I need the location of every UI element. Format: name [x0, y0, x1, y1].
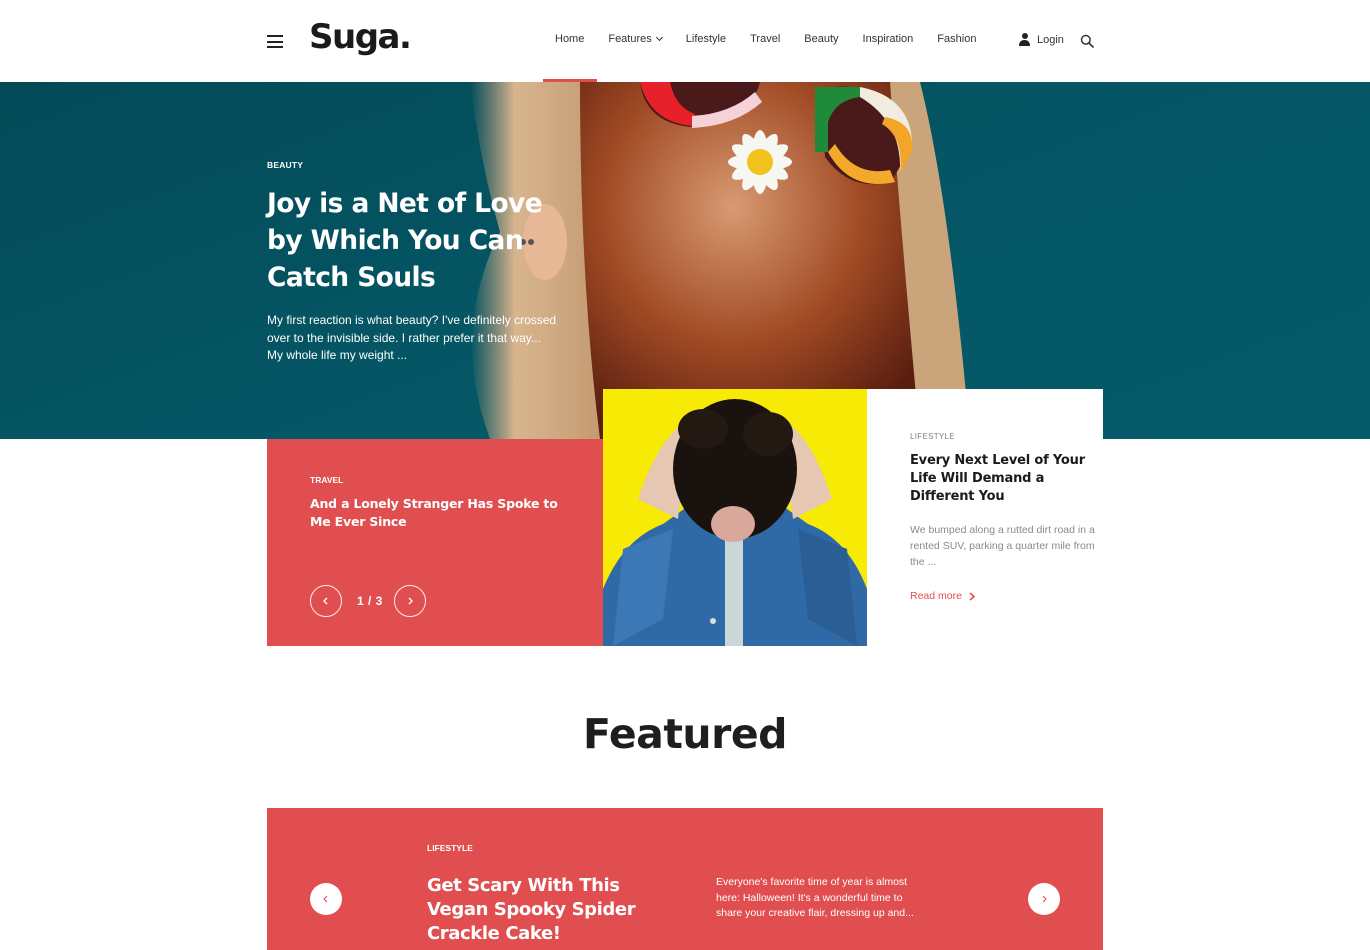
lifestyle-post-image[interactable]: [603, 389, 867, 646]
slider-category[interactable]: TRAVEL: [310, 475, 343, 485]
read-more-label: Read more: [910, 590, 962, 602]
featured-heading: Featured: [583, 710, 787, 758]
hero-section: BEAUTY Joy is a Net of Love by Which You…: [0, 82, 1370, 439]
nav-item-lifestyle[interactable]: Lifestyle: [686, 33, 726, 45]
chevron-right-icon: [969, 591, 976, 601]
featured-post-excerpt: Everyone's favorite time of year is almo…: [716, 876, 914, 919]
slider-next-button[interactable]: [394, 585, 426, 617]
slider-pager: 1 / 3: [357, 594, 383, 608]
site-header: Suga. Home Features Lifestyle Travel Bea…: [0, 0, 1370, 82]
lifestyle-post-category[interactable]: LIFESTYLE: [910, 432, 955, 441]
lifestyle-post-excerpt: We bumped along a rutted dirt road in a …: [910, 524, 1095, 568]
featured-prev-button[interactable]: [310, 883, 342, 915]
nav-label: Fashion: [937, 33, 977, 45]
hamburger-icon[interactable]: [267, 35, 283, 48]
nav-label: Beauty: [804, 33, 839, 45]
chevron-right-icon: [408, 597, 413, 605]
hero-category[interactable]: BEAUTY: [267, 160, 567, 170]
hero-post: BEAUTY Joy is a Net of Love by Which You…: [267, 160, 567, 365]
nav-item-beauty[interactable]: Beauty: [804, 33, 838, 45]
featured-next-button[interactable]: [1028, 883, 1060, 915]
user-icon: [1018, 33, 1031, 46]
search-icon[interactable]: [1080, 34, 1094, 48]
man-denim-jacket-image: [603, 399, 867, 646]
chevron-right-icon: [1042, 895, 1047, 903]
main-nav: Home Features Lifestyle Travel Beauty In…: [555, 33, 1000, 45]
nav-item-inspiration[interactable]: Inspiration: [863, 33, 914, 45]
nav-label: Travel: [750, 33, 781, 45]
chevron-down-icon: [655, 33, 663, 42]
slider-card: TRAVEL And a Lonely Stranger Has Spoke t…: [267, 439, 603, 646]
nav-item-travel[interactable]: Travel: [750, 33, 780, 45]
login-link[interactable]: Login: [1018, 33, 1064, 46]
nav-label: Home: [555, 33, 585, 45]
nav-item-features[interactable]: Features: [608, 33, 663, 45]
slider-title[interactable]: And a Lonely Stranger Has Spoke to Me Ev…: [310, 495, 570, 531]
lifestyle-post-title[interactable]: Every Next Level of Your Life Will Deman…: [910, 452, 1100, 506]
nav-item-home[interactable]: Home: [555, 33, 584, 45]
featured-slider: LIFESTYLE Get Scary With This Vegan Spoo…: [267, 808, 1103, 950]
chevron-left-icon: [323, 597, 328, 605]
hero-excerpt: My first reaction is what beauty? I've d…: [267, 313, 557, 362]
chevron-left-icon: [323, 895, 328, 903]
login-label: Login: [1037, 33, 1064, 46]
nav-label: Features: [608, 33, 652, 45]
nav-label: Inspiration: [862, 33, 914, 45]
featured-post-title[interactable]: Get Scary With This Vegan Spooky Spider …: [427, 874, 657, 946]
site-logo[interactable]: Suga.: [309, 17, 412, 57]
nav-label: Lifestyle: [685, 33, 727, 45]
nav-item-fashion[interactable]: Fashion: [937, 33, 976, 45]
lifestyle-post-card: LIFESTYLE Every Next Level of Your Life …: [867, 389, 1103, 646]
hero-title[interactable]: Joy is a Net of Love by Which You Can Ca…: [267, 185, 567, 296]
read-more-link[interactable]: Read more: [910, 590, 976, 602]
slider-prev-button[interactable]: [310, 585, 342, 617]
featured-post-category[interactable]: LIFESTYLE: [427, 843, 473, 853]
